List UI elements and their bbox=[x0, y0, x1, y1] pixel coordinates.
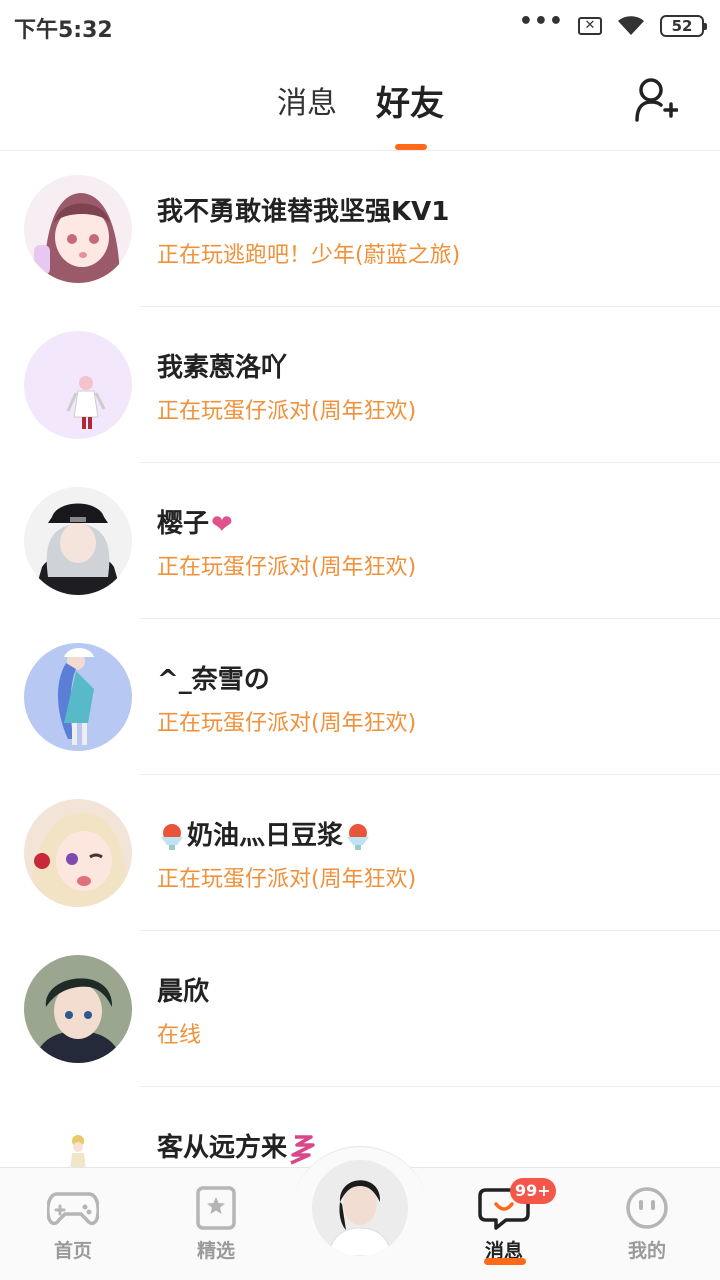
friend-name: 奶油灬日豆浆 bbox=[157, 815, 373, 852]
heart-icon: ❤ bbox=[211, 509, 233, 540]
avatar[interactable] bbox=[24, 331, 132, 439]
nav-messages[interactable]: 99+ 消息 bbox=[449, 1168, 559, 1280]
nav-label: 我的 bbox=[627, 1240, 666, 1262]
shaved-ice-icon bbox=[161, 823, 183, 850]
avatar[interactable] bbox=[24, 487, 132, 595]
friend-status: 在线 bbox=[157, 1023, 202, 1048]
friend-status: 正在玩逃跑吧！少年(蔚蓝之旅) bbox=[157, 243, 461, 268]
friend-name-text: 樱子 bbox=[157, 509, 210, 539]
active-tab-indicator bbox=[395, 144, 427, 150]
friend-name: 客从远方来 bbox=[157, 1127, 317, 1165]
friend-list: 我不勇敢谁替我坚强KV1 正在玩逃跑吧！少年(蔚蓝之旅) 我素蒽洛吖 正在玩蛋仔… bbox=[0, 151, 720, 1167]
gamepad-icon bbox=[47, 1192, 99, 1226]
status-time: 下午5:32 bbox=[14, 18, 113, 43]
friend-row[interactable]: 樱子❤ 正在玩蛋仔派对(周年狂欢) bbox=[0, 463, 720, 619]
friend-name: 晨欣 bbox=[157, 977, 210, 1007]
face-icon bbox=[626, 1187, 668, 1229]
avatar[interactable] bbox=[24, 799, 132, 907]
status-bar: 下午5:32 ••• ✕ 52 bbox=[0, 0, 720, 52]
battery-indicator: 52 bbox=[660, 15, 707, 37]
friend-status: 正在玩蛋仔派对(周年狂欢) bbox=[157, 867, 417, 892]
nav-home[interactable]: 首页 bbox=[18, 1168, 128, 1280]
friend-status: 正在玩蛋仔派对(周年狂欢) bbox=[157, 399, 417, 424]
friend-status: 正在玩蛋仔派对(周年狂欢) bbox=[157, 555, 417, 580]
active-nav-indicator bbox=[484, 1258, 526, 1265]
friend-name: 樱子❤ bbox=[157, 503, 233, 540]
nav-label: 精选 bbox=[196, 1240, 235, 1262]
avatar[interactable] bbox=[24, 1111, 132, 1167]
friend-name-text: 奶油灬日豆浆 bbox=[187, 821, 344, 851]
wifi-icon bbox=[618, 16, 644, 35]
nav-featured[interactable]: 精选 bbox=[161, 1168, 271, 1280]
avatar[interactable] bbox=[24, 643, 132, 751]
friend-row[interactable]: 我素蒽洛吖 正在玩蛋仔派对(周年狂欢) bbox=[0, 307, 720, 463]
avatar[interactable] bbox=[24, 175, 132, 283]
user-avatar-icon bbox=[312, 1160, 408, 1256]
avatar[interactable] bbox=[24, 955, 132, 1063]
friend-status: 正在玩蛋仔派对(周年狂欢) bbox=[157, 711, 417, 736]
friend-row[interactable]: 晨欣 在线 bbox=[0, 931, 720, 1087]
friend-name: ^_奈雪の bbox=[157, 665, 270, 695]
friend-row[interactable]: ^_奈雪の 正在玩蛋仔派对(周年狂欢) bbox=[0, 619, 720, 775]
friend-row[interactable]: 我不勇敢谁替我坚强KV1 正在玩逃跑吧！少年(蔚蓝之旅) bbox=[0, 151, 720, 307]
friend-name: 我素蒽洛吖 bbox=[157, 353, 288, 383]
center-avatar-button[interactable] bbox=[312, 1160, 408, 1256]
zzz-icon bbox=[290, 1134, 315, 1165]
add-friend-icon[interactable] bbox=[634, 76, 678, 124]
more-dots-icon: ••• bbox=[518, 9, 564, 34]
bookmark-star-icon bbox=[196, 1186, 236, 1230]
nav-label: 首页 bbox=[53, 1240, 92, 1262]
friend-row[interactable]: 奶油灬日豆浆 正在玩蛋仔派对(周年狂欢) bbox=[0, 775, 720, 931]
top-header: 消息 好友 bbox=[0, 52, 720, 151]
tab-messages[interactable]: 消息 bbox=[277, 78, 337, 122]
friend-name: 我不勇敢谁替我坚强KV1 bbox=[157, 197, 450, 227]
status-icons: ••• ✕ 52 bbox=[518, 9, 707, 40]
nav-mine[interactable]: 我的 bbox=[592, 1168, 702, 1280]
friend-name-text: 客从远方来 bbox=[157, 1133, 288, 1163]
unread-badge: 99+ bbox=[510, 1178, 556, 1204]
tab-friends[interactable]: 好友 bbox=[376, 76, 444, 125]
sim-x-icon: ✕ bbox=[578, 17, 602, 35]
shaved-ice-icon bbox=[347, 823, 370, 850]
